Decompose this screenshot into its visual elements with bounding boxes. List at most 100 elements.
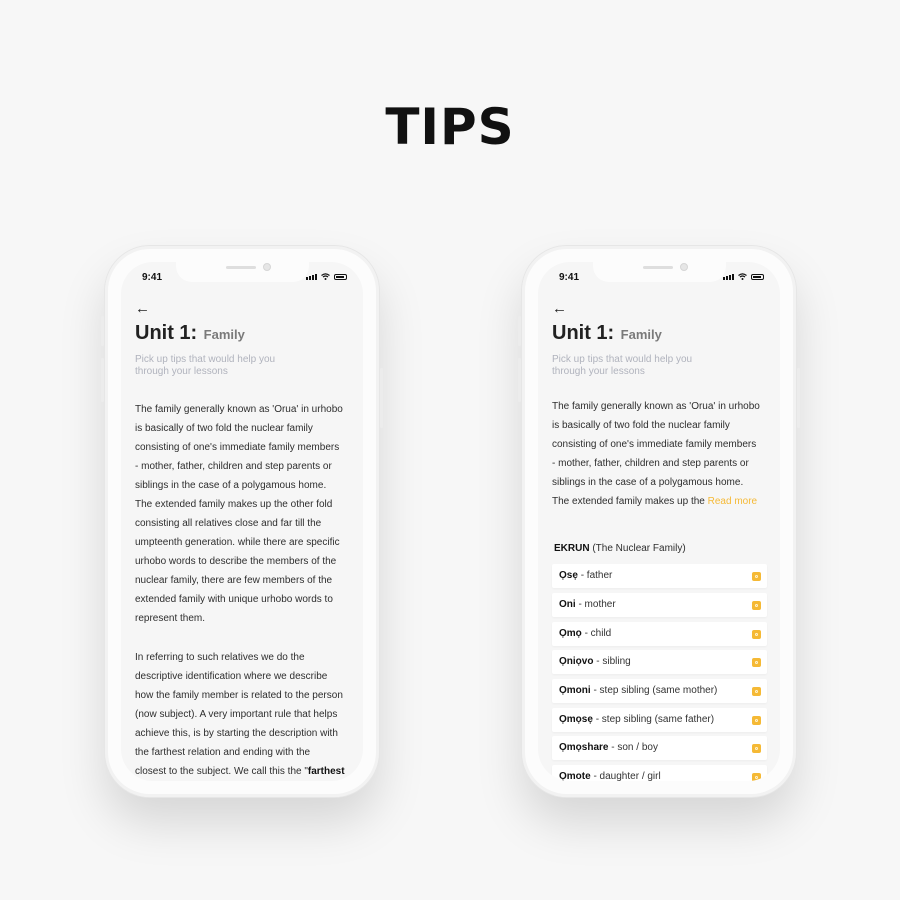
- audio-icon[interactable]: [752, 716, 761, 725]
- phone-left: 9:41 ← Unit 1: Family Pick up tips that …: [101, 245, 383, 798]
- power-button: [797, 368, 800, 428]
- audio-icon[interactable]: [752, 630, 761, 639]
- unit-topic: Family: [203, 327, 245, 342]
- word-meaning: - sibling: [596, 656, 631, 667]
- audio-icon[interactable]: [752, 773, 761, 781]
- word-card[interactable]: Ọmọ - child: [552, 622, 767, 646]
- body-line: The family generally known as 'Orua' in …: [135, 404, 343, 415]
- phone-right: 9:41 ← Unit 1: Family Pick up tips that …: [518, 245, 800, 798]
- subtitle-line: through your lessons: [552, 366, 645, 377]
- unit-heading: Unit 1: Family: [552, 322, 662, 345]
- body-line: descriptive identification where we desc…: [135, 671, 328, 682]
- speaker: [226, 266, 256, 269]
- word-term: Ọniọvo: [559, 656, 594, 667]
- status-icons: [306, 273, 347, 280]
- body-text: closest to the subject. We call this the…: [135, 766, 308, 777]
- word-card[interactable]: Oni - mother: [552, 593, 767, 617]
- audio-icon[interactable]: [752, 744, 761, 753]
- wifi-icon: [738, 273, 747, 280]
- subtitle-line: Pick up tips that would help you: [135, 354, 276, 365]
- word-text: Ọsẹ - father: [559, 570, 612, 581]
- word-card[interactable]: Ọmọshare - son / boy: [552, 736, 767, 760]
- word-meaning: - son / boy: [611, 742, 658, 753]
- body-line: (now subject). A very important rule tha…: [135, 709, 338, 720]
- back-arrow-icon[interactable]: ←: [135, 301, 150, 317]
- word-term: Ọsẹ: [559, 570, 578, 581]
- word-text: Ọmọ - child: [559, 628, 611, 639]
- section-gloss: (The Nuclear Family): [592, 543, 686, 554]
- read-more-link[interactable]: Read more: [708, 496, 757, 507]
- audio-icon[interactable]: [752, 658, 761, 667]
- unit-title: Unit 1:: [135, 322, 198, 344]
- word-term: Oni: [559, 599, 576, 610]
- battery-icon: [334, 274, 347, 280]
- word-card[interactable]: Ọmọsẹ - step sibling (same father): [552, 708, 767, 732]
- word-card[interactable]: Ọniọvo - sibling: [552, 650, 767, 674]
- body-line: represent them.: [135, 613, 206, 624]
- section-heading: EKRUN (The Nuclear Family): [554, 543, 686, 554]
- status-icons: [723, 273, 764, 280]
- body-line: umpteenth generation. while there are sp…: [135, 537, 340, 548]
- unit-title: Unit 1:: [552, 322, 615, 344]
- body-line: The extended family makes up the other f…: [135, 499, 333, 510]
- word-term: Ọmọ: [559, 628, 582, 639]
- word-text: Ọmọsẹ - step sibling (same father): [559, 714, 714, 725]
- signal-icon: [306, 274, 317, 280]
- word-term: Ọmọsẹ: [559, 714, 593, 725]
- word-meaning: - step sibling (same mother): [593, 685, 718, 696]
- word-meaning: - step sibling (same father): [595, 714, 715, 725]
- word-term: Ọmoni: [559, 685, 591, 696]
- word-text: Ọmote - daughter / girl: [559, 771, 661, 781]
- body-line: - mother, father, children and step pare…: [552, 458, 749, 469]
- audio-icon[interactable]: [752, 687, 761, 696]
- unit-heading: Unit 1: Family: [135, 322, 245, 345]
- audio-icon[interactable]: [752, 601, 761, 610]
- volume-down-button: [518, 358, 521, 402]
- camera: [680, 263, 688, 271]
- screen-left: 9:41 ← Unit 1: Family Pick up tips that …: [121, 262, 363, 781]
- audio-icon[interactable]: [752, 572, 761, 581]
- body-line: siblings in the case of a polygamous hom…: [552, 477, 744, 488]
- notch: [176, 262, 309, 282]
- speaker: [643, 266, 673, 269]
- body-line: In referring to such relatives we do the: [135, 652, 305, 663]
- body-line: nuclear family, there are few members of…: [135, 575, 333, 586]
- word-text: Ọmoni - step sibling (same mother): [559, 685, 717, 696]
- word-card[interactable]: Ọsẹ - father: [552, 564, 767, 588]
- body-line: is basically of two fold the nuclear fam…: [552, 420, 730, 431]
- body-bold-text: farthest: [307, 766, 345, 777]
- body-line: the farthest relation and ending with th…: [135, 747, 311, 758]
- power-button: [380, 368, 383, 428]
- word-text: Ọmọshare - son / boy: [559, 742, 658, 753]
- volume-down-button: [101, 358, 104, 402]
- unit-topic: Family: [620, 327, 662, 342]
- word-text: Ọniọvo - sibling: [559, 656, 631, 667]
- word-card[interactable]: Ọmoni - step sibling (same mother): [552, 679, 767, 703]
- word-term: Ọmọshare: [559, 742, 609, 753]
- volume-up-button: [518, 316, 521, 346]
- body-line: is basically of two fold the nuclear fam…: [135, 423, 313, 434]
- body-line: consisting all relatives close and far t…: [135, 518, 322, 529]
- body-line: achieve this, is by starting the descrip…: [135, 728, 338, 739]
- body-line: urhobo words to describe the members of …: [135, 556, 337, 567]
- body-line-last: closest to the subject. We call this the…: [135, 766, 345, 777]
- word-card[interactable]: Ọmote - daughter / girl: [552, 765, 767, 781]
- body-line: - mother, father, children and step pare…: [135, 461, 332, 472]
- status-time: 9:41: [142, 272, 163, 283]
- body-line: The family generally known as 'Orua' in …: [552, 401, 760, 412]
- word-meaning: - daughter / girl: [593, 771, 661, 781]
- word-meaning: - child: [584, 628, 612, 639]
- subtitle-line: through your lessons: [135, 366, 228, 377]
- body-line: consisting of one's immediate family mem…: [135, 442, 340, 453]
- word-meaning: - father: [580, 570, 613, 581]
- page-title: TIPS: [385, 98, 515, 156]
- subtitle-line: Pick up tips that would help you: [552, 354, 693, 365]
- battery-icon: [751, 274, 764, 280]
- body-line: consisting of one's immediate family mem…: [552, 439, 757, 450]
- signal-icon: [723, 274, 734, 280]
- wifi-icon: [321, 273, 330, 280]
- word-meaning: - mother: [578, 599, 616, 610]
- notch: [593, 262, 726, 282]
- volume-up-button: [101, 316, 104, 346]
- back-arrow-icon[interactable]: ←: [552, 301, 567, 317]
